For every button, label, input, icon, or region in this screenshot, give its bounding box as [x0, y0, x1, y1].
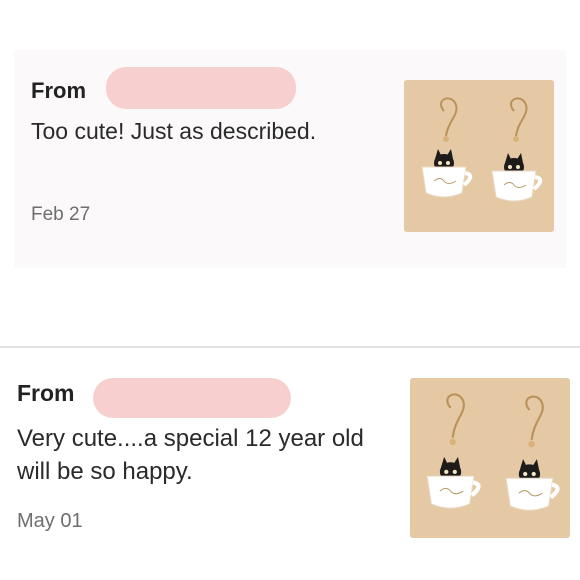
review-date: Feb 27: [31, 204, 91, 225]
review-card: From Very cute....a special 12 year old …: [0, 346, 580, 580]
redacted-reviewer-name: [93, 378, 291, 418]
review-photo-thumbnail[interactable]: [404, 80, 554, 232]
review-from-label: From: [31, 78, 86, 103]
reviews-page: From Too cute! Just as described. Feb 27: [0, 0, 580, 580]
review-text: Very cute....a special 12 year old will …: [17, 425, 364, 486]
review-text: Too cute! Just as described.: [31, 118, 317, 144]
redacted-reviewer-name: [106, 67, 296, 109]
review-photo-thumbnail[interactable]: [410, 378, 570, 538]
review-card: From Too cute! Just as described. Feb 27: [14, 50, 566, 268]
cat-in-coffee-cup-earrings-photo: [426, 393, 560, 511]
review-date: May 01: [17, 510, 83, 532]
cat-in-coffee-cup-earrings-photo: [421, 97, 543, 202]
review-from-label: From: [17, 380, 75, 406]
